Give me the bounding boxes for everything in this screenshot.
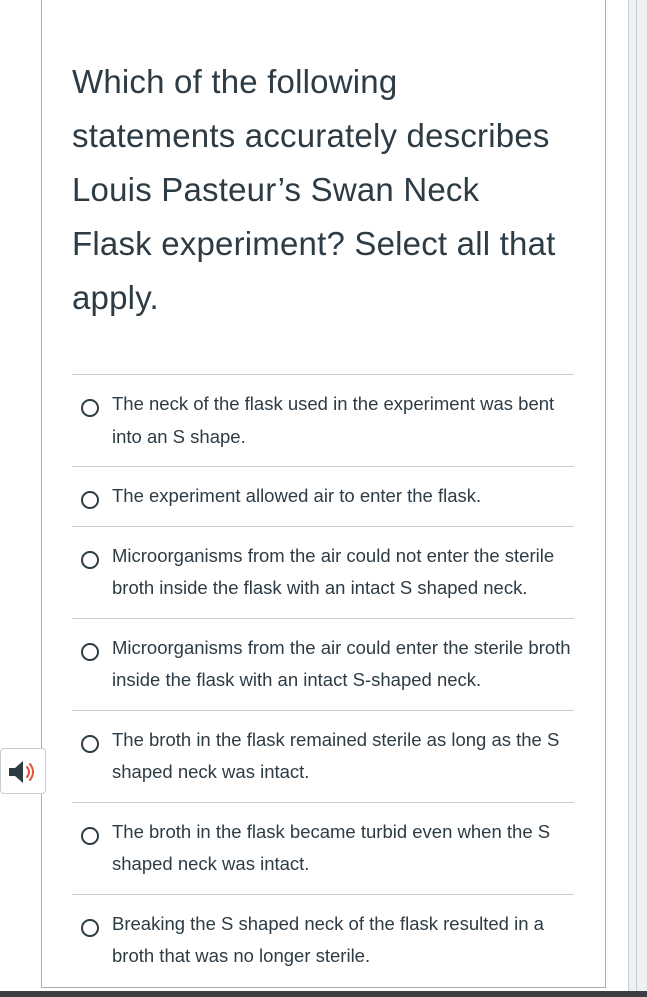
speaker-icon [9, 761, 34, 783]
answer-option-7[interactable]: Breaking the S shaped neck of the flask … [72, 895, 574, 986]
answer-label: Microorganisms from the air could enter … [112, 636, 571, 691]
answer-label: Microorganisms from the air could not en… [112, 544, 555, 599]
checkbox-option-4[interactable] [81, 642, 99, 661]
checkbox-option-3[interactable] [81, 550, 99, 569]
answer-option-6[interactable]: The broth in the flask became turbid eve… [72, 803, 574, 895]
checkbox-option-7[interactable] [81, 918, 99, 937]
checkbox-option-6[interactable] [81, 826, 99, 845]
answer-option-2[interactable]: The experiment allowed air to enter the … [72, 467, 574, 527]
answer-option-1[interactable]: The neck of the flask used in the experi… [72, 375, 574, 467]
scrollbar-track[interactable] [628, 0, 647, 997]
question-text: Which of the following statements accura… [72, 55, 592, 325]
question-line: Louis Pasteur’s Swan Neck [72, 171, 480, 208]
answer-label: The broth in the flask remained sterile … [112, 728, 560, 783]
answer-list: The neck of the flask used in the experi… [72, 374, 574, 986]
read-aloud-button[interactable] [0, 748, 46, 794]
answer-option-3[interactable]: Microorganisms from the air could not en… [72, 527, 574, 619]
checkbox-option-1[interactable] [81, 399, 99, 417]
checkbox-option-5[interactable] [81, 734, 99, 753]
answer-label: The broth in the flask became turbid eve… [112, 820, 551, 875]
answer-label: Breaking the S shaped neck of the flask … [112, 912, 544, 967]
checkbox-option-2[interactable] [81, 491, 99, 509]
question-line: Which of the following [72, 63, 398, 100]
answer-label: The neck of the flask used in the experi… [112, 393, 555, 447]
answer-option-4[interactable]: Microorganisms from the air could enter … [72, 619, 574, 711]
question-line: Flask experiment? Select all that [72, 225, 556, 262]
question-line: apply. [72, 279, 159, 316]
bottom-divider [0, 991, 647, 997]
answer-option-5[interactable]: The broth in the flask remained sterile … [72, 711, 574, 803]
question-line: statements accurately describes [72, 117, 550, 154]
answer-label: The experiment allowed air to enter the … [112, 485, 482, 506]
